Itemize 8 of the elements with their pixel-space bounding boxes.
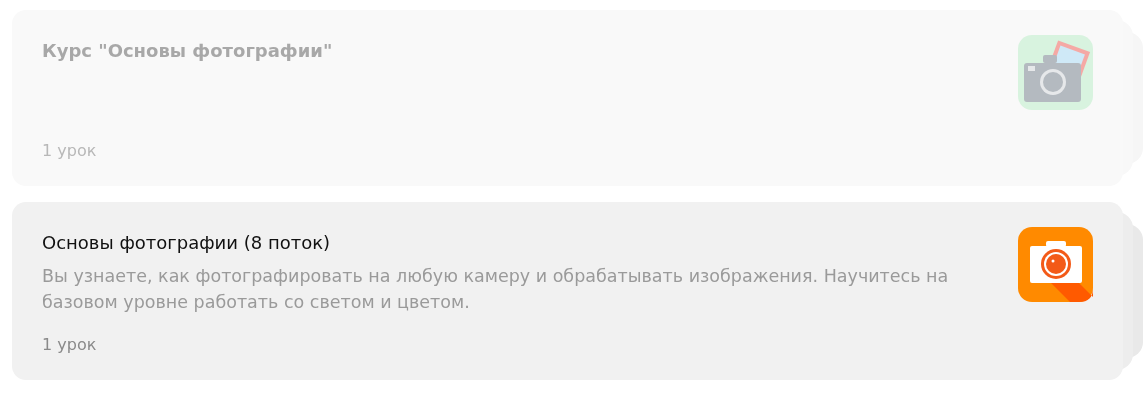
camera-icon	[1018, 35, 1093, 110]
course-title: Курс "Основы фотографии"	[42, 40, 334, 61]
lesson-count: 1 урок	[42, 140, 98, 160]
lesson-count: 1 урок	[42, 334, 98, 354]
course-title: Основы фотографии (8 поток)	[42, 232, 332, 253]
course-card[interactable]: Основы фотографии (8 поток) Вы узнаете, как фотографировать на любую камеру и обрабатывать изображения. Научитесь на базовом уровне работать со светом и цветом. 1 урок	[12, 202, 1123, 380]
camera-icon	[1018, 227, 1093, 302]
course-description: Вы узнаете, как фотографировать на любую камеру и обрабатывать изображения. Научитесь на базовом уровне работать со светом и цветом.	[42, 265, 950, 314]
